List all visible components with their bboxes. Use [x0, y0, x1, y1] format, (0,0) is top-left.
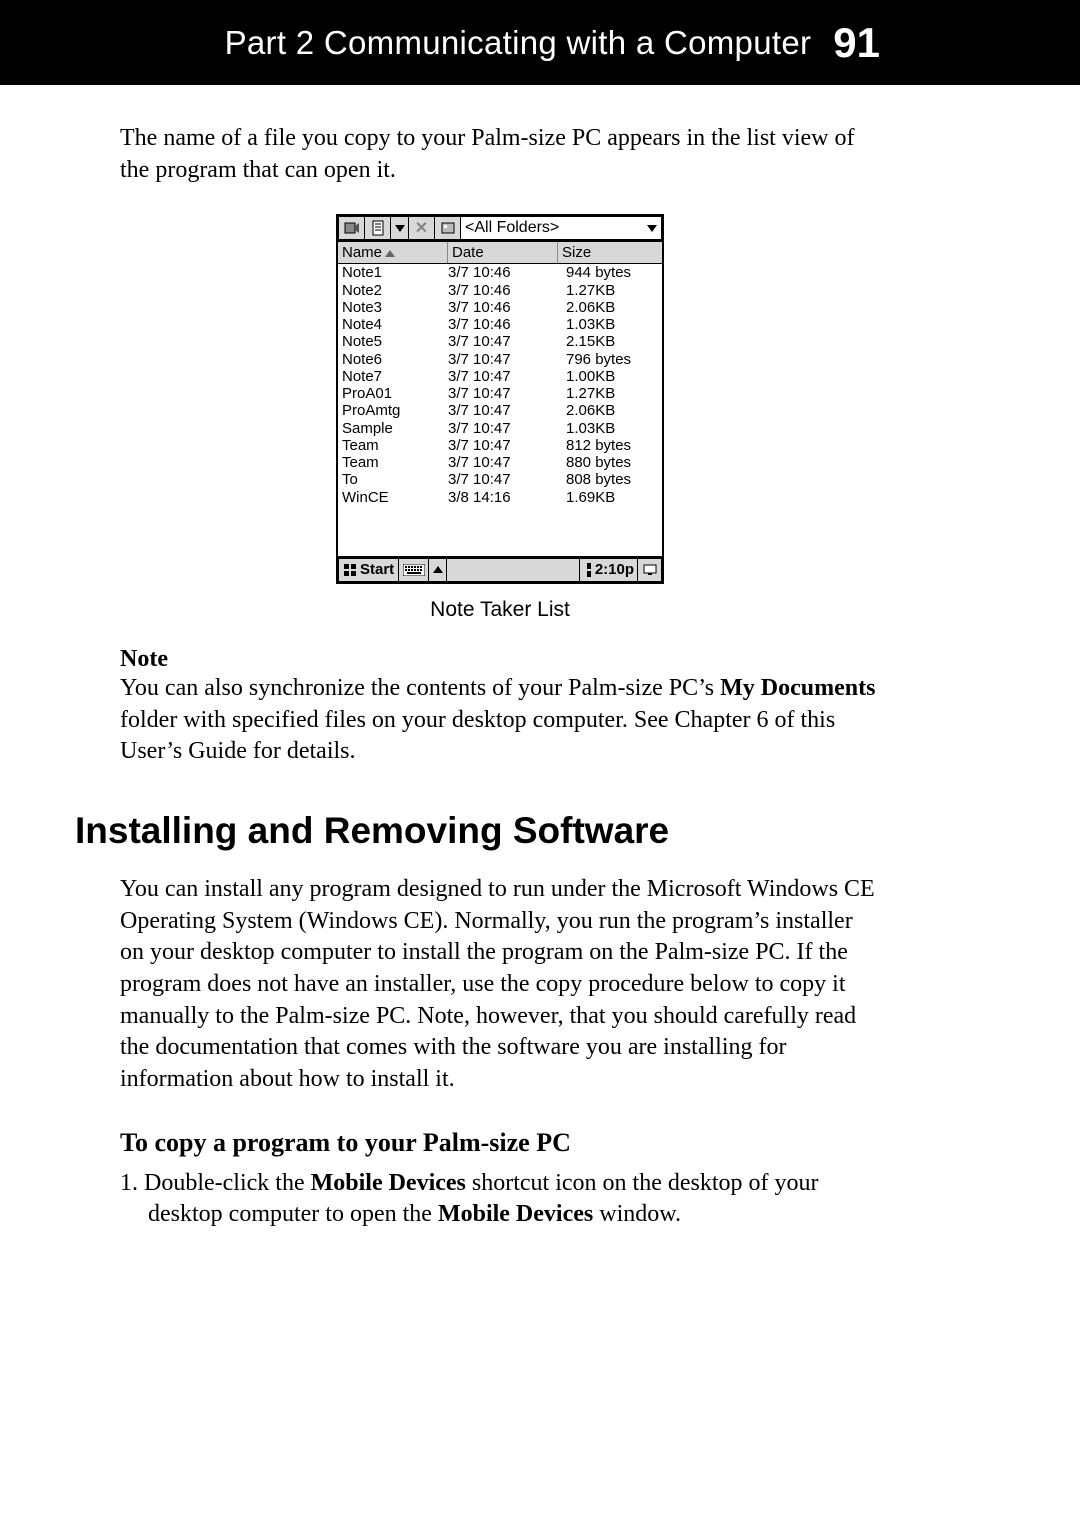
list-item[interactable]: Note73/7 10:471.00KB — [338, 368, 662, 385]
file-date: 3/7 10:46 — [448, 316, 558, 333]
file-date: 3/7 10:47 — [448, 420, 558, 437]
device-screenshot: ✕ <All Folders> Name Date Size Note13/7 … — [120, 214, 880, 622]
section-heading: Installing and Removing Software — [75, 810, 880, 852]
connection-icon — [583, 563, 595, 577]
file-size: 2.06KB — [558, 299, 658, 316]
file-size: 1.03KB — [558, 316, 658, 333]
intro-paragraph: The name of a file you copy to your Palm… — [120, 123, 880, 186]
column-header-date[interactable]: Date — [448, 242, 558, 263]
file-date: 3/7 10:47 — [448, 437, 558, 454]
file-size: 1.27KB — [558, 282, 658, 299]
list-item[interactable]: WinCE3/8 14:161.69KB — [338, 489, 662, 506]
file-name: To — [342, 471, 448, 488]
list-item[interactable]: Team3/7 10:47880 bytes — [338, 454, 662, 471]
record-icon[interactable] — [338, 216, 364, 240]
file-name: Sample — [342, 420, 448, 437]
file-size: 1.69KB — [558, 489, 658, 506]
file-list: Note13/7 10:46944 bytesNote23/7 10:461.2… — [338, 264, 662, 506]
column-header-name[interactable]: Name — [338, 242, 448, 263]
file-date: 3/7 10:47 — [448, 385, 558, 402]
list-item[interactable]: Sample3/7 10:471.03KB — [338, 420, 662, 437]
subsection-heading: To copy a program to your Palm-size PC — [120, 1128, 880, 1158]
section-paragraph: You can install any program designed to … — [120, 874, 880, 1096]
up-arrow-icon — [433, 566, 443, 573]
file-size: 1.27KB — [558, 385, 658, 402]
new-note-dropdown-icon[interactable] — [390, 216, 408, 240]
sip-up-button[interactable] — [429, 558, 447, 582]
list-item[interactable]: Note23/7 10:461.27KB — [338, 282, 662, 299]
file-date: 3/7 10:47 — [448, 454, 558, 471]
desktop-icon[interactable] — [638, 558, 662, 582]
file-size: 944 bytes — [558, 264, 658, 281]
file-name: Note4 — [342, 316, 448, 333]
list-item[interactable]: Note43/7 10:461.03KB — [338, 316, 662, 333]
list-item[interactable]: To3/7 10:47808 bytes — [338, 471, 662, 488]
file-date: 3/7 10:46 — [448, 264, 558, 281]
list-header: Name Date Size — [338, 242, 662, 264]
list-item[interactable]: Note63/7 10:47796 bytes — [338, 351, 662, 368]
clock-time: 2:10p — [595, 561, 634, 578]
device-taskbar: Start 2:10p — [338, 556, 662, 582]
step-1: 1. Double-click the Mobile Devices short… — [120, 1168, 880, 1231]
file-name: ProA01 — [342, 385, 448, 402]
keyboard-icon[interactable] — [399, 558, 429, 582]
header-page-number: 91 — [833, 19, 880, 67]
file-date: 3/7 10:47 — [448, 351, 558, 368]
header-part-label: Part 2 Communicating with a Computer — [225, 24, 812, 62]
sort-ascending-icon — [385, 250, 395, 257]
list-item[interactable]: Note13/7 10:46944 bytes — [338, 264, 662, 281]
windows-logo-icon — [343, 563, 357, 577]
file-name: Note6 — [342, 351, 448, 368]
file-date: 3/7 10:46 — [448, 299, 558, 316]
file-name: Note3 — [342, 299, 448, 316]
file-date: 3/8 14:16 — [448, 489, 558, 506]
list-item[interactable]: ProA013/7 10:471.27KB — [338, 385, 662, 402]
file-size: 812 bytes — [558, 437, 658, 454]
file-date: 3/7 10:47 — [448, 471, 558, 488]
taskbar-spacer — [447, 558, 580, 582]
file-date: 3/7 10:47 — [448, 402, 558, 419]
file-size: 1.03KB — [558, 420, 658, 437]
file-name: Team — [342, 437, 448, 454]
file-name: WinCE — [342, 489, 448, 506]
file-size: 2.15KB — [558, 333, 658, 350]
screenshot-caption: Note Taker List — [430, 598, 570, 622]
file-name: Note5 — [342, 333, 448, 350]
start-label: Start — [360, 561, 394, 578]
start-button[interactable]: Start — [338, 558, 399, 582]
file-name: Note7 — [342, 368, 448, 385]
device-toolbar: ✕ <All Folders> — [338, 216, 662, 242]
file-size: 808 bytes — [558, 471, 658, 488]
palm-device-frame: ✕ <All Folders> Name Date Size Note13/7 … — [336, 214, 664, 584]
file-size: 1.00KB — [558, 368, 658, 385]
taskbar-clock[interactable]: 2:10p — [580, 558, 638, 582]
file-size: 796 bytes — [558, 351, 658, 368]
file-size: 880 bytes — [558, 454, 658, 471]
file-name: ProAmtg — [342, 402, 448, 419]
folder-selector[interactable]: <All Folders> — [460, 216, 662, 240]
properties-icon[interactable] — [434, 216, 460, 240]
delete-icon[interactable]: ✕ — [408, 216, 434, 240]
list-empty-space — [338, 506, 662, 556]
note-paragraph: You can also synchronize the contents of… — [120, 673, 880, 768]
new-note-icon[interactable] — [364, 216, 390, 240]
list-item[interactable]: Team3/7 10:47812 bytes — [338, 437, 662, 454]
file-date: 3/7 10:47 — [448, 368, 558, 385]
chevron-down-icon — [647, 225, 657, 232]
list-item[interactable]: Note53/7 10:472.15KB — [338, 333, 662, 350]
list-item[interactable]: ProAmtg3/7 10:472.06KB — [338, 402, 662, 419]
column-header-size[interactable]: Size — [558, 242, 662, 263]
note-heading: Note — [120, 646, 880, 673]
folder-selector-label: <All Folders> — [465, 219, 559, 237]
file-date: 3/7 10:47 — [448, 333, 558, 350]
list-item[interactable]: Note33/7 10:462.06KB — [338, 299, 662, 316]
file-date: 3/7 10:46 — [448, 282, 558, 299]
file-name: Note1 — [342, 264, 448, 281]
page-body: The name of a file you copy to your Palm… — [0, 85, 1080, 1231]
page-header: Part 2 Communicating with a Computer 91 — [0, 0, 1080, 85]
file-size: 2.06KB — [558, 402, 658, 419]
file-name: Team — [342, 454, 448, 471]
file-name: Note2 — [342, 282, 448, 299]
